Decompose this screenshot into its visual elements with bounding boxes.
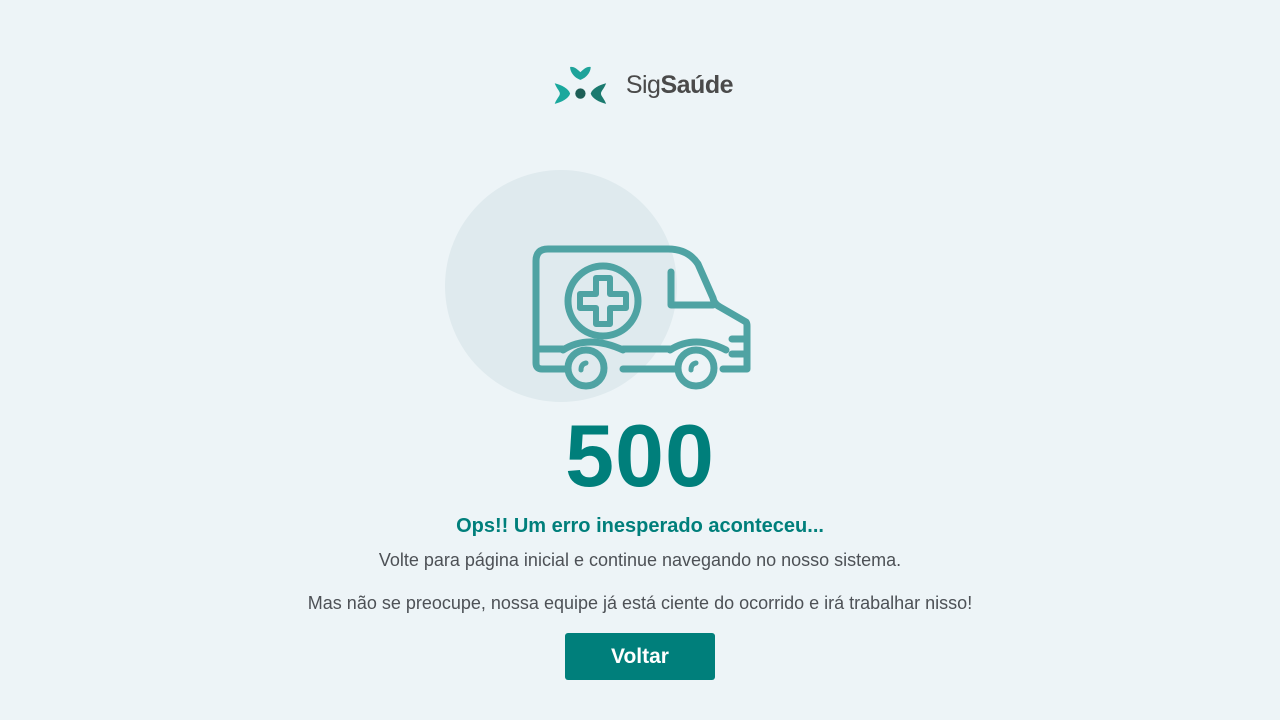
brand-name-light: Sig <box>625 70 661 99</box>
sigsaude-logo-icon <box>554 66 607 104</box>
error-headline: Ops!! Um erro inesperado aconteceu... <box>456 515 824 537</box>
brand-logo[interactable]: SigSaúde <box>553 60 733 110</box>
brand-name: SigSaúde <box>625 70 734 100</box>
error-code: 500 <box>565 406 715 505</box>
error-message-secondary: Mas não se preocupe, nossa equipe já est… <box>307 593 973 613</box>
brand-name-bold: Saúde <box>660 70 733 99</box>
error-page: SigSaúde 500 Ops!! Um erro inesperado ac… <box>0 0 1280 720</box>
error-message-primary: Volte para página inicial e continue nav… <box>378 550 902 570</box>
back-button[interactable]: Voltar <box>565 633 715 680</box>
ambulance-icon <box>532 245 751 390</box>
